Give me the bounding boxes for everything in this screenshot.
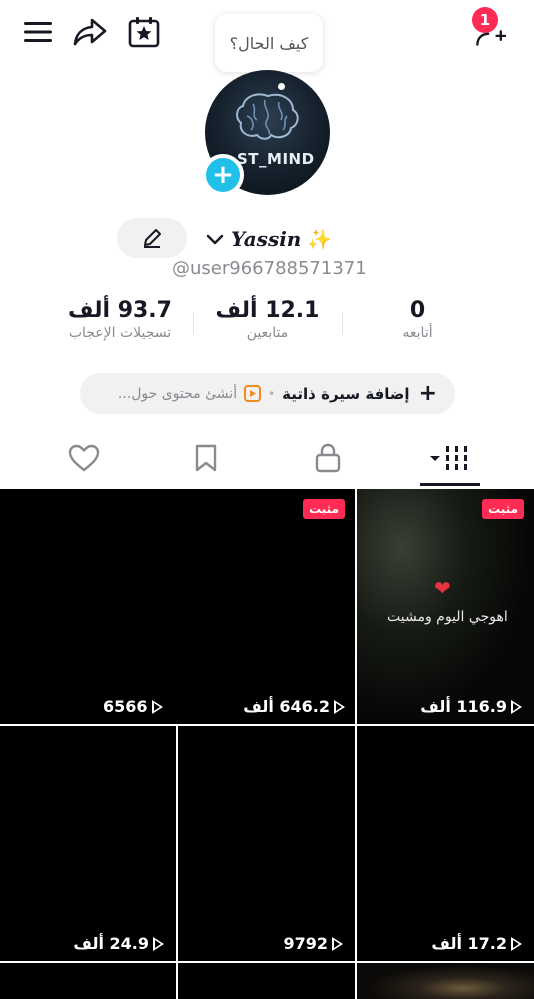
- stat-followers-label: متابعين: [246, 325, 289, 341]
- stat-likes[interactable]: 93.7 ألف تسجيلات الإعجاب: [55, 298, 185, 341]
- play-icon: [511, 936, 522, 951]
- heart-icon: [68, 444, 100, 472]
- pencil-icon: [144, 229, 161, 248]
- video-caption: اهوجي اليوم ومشيت: [387, 609, 508, 625]
- stat-followers[interactable]: 12.1 ألف متابعين: [210, 298, 325, 341]
- calendar-star-icon[interactable]: [126, 14, 162, 50]
- stat-divider: [342, 312, 343, 334]
- video-views: 6566: [103, 697, 163, 716]
- status-bubble-text: كيف الحال؟: [229, 33, 309, 53]
- stat-following-label: أتابعه: [402, 325, 433, 341]
- play-icon: [153, 936, 164, 951]
- share-icon[interactable]: [72, 14, 108, 50]
- video-views-count: 24.9 ألف: [73, 934, 149, 953]
- lock-icon: [315, 443, 341, 473]
- video-scene: [357, 489, 534, 724]
- stat-likes-value: 93.7 ألف: [68, 298, 172, 323]
- video-views-count: 6566: [103, 697, 148, 716]
- grid-icon: [430, 446, 467, 470]
- plus-icon: +: [418, 381, 437, 406]
- pinned-badge: مثبت: [303, 499, 345, 519]
- video-thumbnail[interactable]: 24.9 ألف: [0, 726, 176, 961]
- add-bio-label: إضافة سيرة ذاتية: [282, 384, 410, 403]
- tab-private[interactable]: [298, 432, 358, 484]
- bookmark-icon: [195, 444, 217, 472]
- status-bubble[interactable]: كيف الحال؟: [215, 14, 323, 72]
- heart-emoji-icon: ❤: [434, 576, 451, 600]
- menu-icon[interactable]: [20, 14, 56, 50]
- stat-following-value: 0: [409, 298, 426, 323]
- name-row[interactable]: Yassin ✨: [205, 222, 332, 256]
- add-avatar-button[interactable]: +: [202, 154, 244, 196]
- notification-badge: 1: [472, 7, 498, 33]
- play-icon: [334, 699, 345, 714]
- video-thumbnail[interactable]: مثبت 646.2 ألف 6566: [0, 489, 355, 724]
- content-play-icon: [244, 385, 262, 402]
- video-views-count: 116.9 ألف: [420, 697, 507, 716]
- bubble-pointer-dot: [278, 83, 285, 90]
- video-thumbnail[interactable]: [357, 963, 534, 999]
- avatar-text: ST_MIND: [237, 150, 315, 168]
- stat-followers-value: 12.1 ألف: [215, 298, 320, 323]
- video-views-count: 9792: [283, 934, 328, 953]
- tab-favorites[interactable]: [176, 432, 236, 484]
- chevron-down-icon: [206, 234, 224, 245]
- video-views: 17.2 ألف: [431, 934, 522, 953]
- play-icon: [151, 699, 163, 714]
- active-tab-indicator: [420, 483, 480, 486]
- bio-separator: •: [268, 386, 276, 401]
- stat-following[interactable]: 0 أتابعه: [380, 298, 455, 341]
- bio-hint: أنشئ محتوى حول...: [117, 385, 238, 402]
- pinned-badge: مثبت: [482, 499, 524, 519]
- video-thumbnail[interactable]: 9792: [178, 726, 355, 961]
- video-views: 116.9 ألف: [420, 697, 522, 716]
- video-scene: [357, 963, 534, 999]
- video-thumbnail[interactable]: 17.2 ألف: [357, 726, 534, 961]
- video-thumbnail[interactable]: ❤ اهوجي اليوم ومشيت مثبت 116.9 ألف: [357, 489, 534, 724]
- video-views: 9792: [283, 934, 343, 953]
- brain-icon: [236, 93, 299, 140]
- video-thumbnail[interactable]: [0, 963, 176, 999]
- video-views-count: 646.2 ألف: [243, 697, 330, 716]
- video-views: 24.9 ألف: [73, 934, 164, 953]
- stat-likes-label: تسجيلات الإعجاب: [68, 325, 172, 341]
- profile-tabs: [0, 432, 534, 488]
- video-views: 646.2 ألف: [243, 697, 345, 716]
- video-thumbnail[interactable]: [178, 963, 355, 999]
- tab-videos[interactable]: [418, 432, 478, 484]
- video-views-count: 17.2 ألف: [431, 934, 507, 953]
- play-icon: [511, 699, 522, 714]
- sparkle-icon: ✨: [307, 227, 333, 251]
- display-name: Yassin: [231, 227, 302, 251]
- edit-profile-button[interactable]: [117, 218, 187, 258]
- username: @user966788571371: [172, 258, 367, 279]
- tab-liked[interactable]: [54, 432, 114, 484]
- play-icon: [332, 936, 343, 951]
- stat-divider: [193, 312, 194, 334]
- add-bio-button[interactable]: أنشئ محتوى حول... • إضافة سيرة ذاتية +: [80, 373, 455, 414]
